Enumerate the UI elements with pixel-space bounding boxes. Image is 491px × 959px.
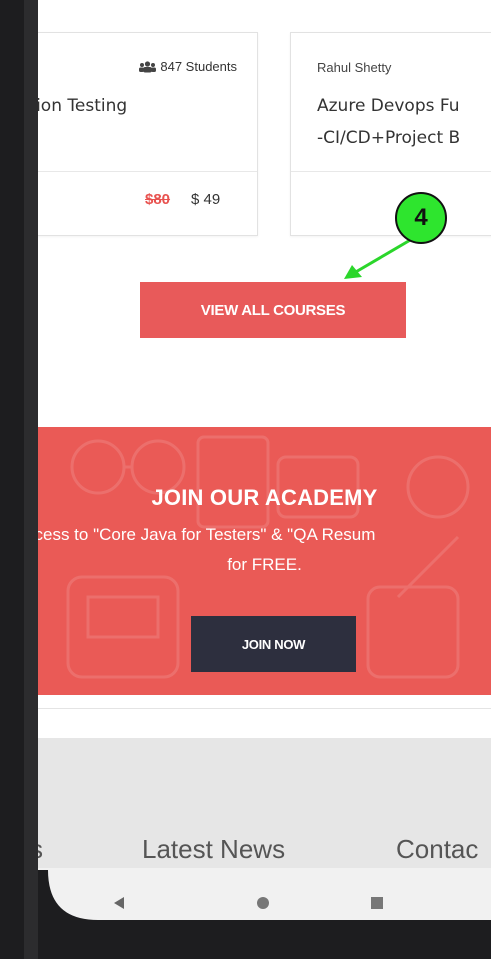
footer: s Latest News Contac: [38, 738, 491, 868]
card-divider: [291, 171, 491, 172]
home-icon[interactable]: [257, 897, 269, 909]
course-author: Rahul Shetty: [317, 60, 392, 75]
course-card[interactable]: 847 Students ation Testing $80 $ 49: [38, 32, 258, 236]
original-price: $80: [145, 191, 171, 208]
join-now-button[interactable]: JOIN NOW: [191, 616, 356, 672]
phone-screen: 847 Students ation Testing $80 $ 49 Rahu…: [38, 0, 491, 959]
join-academy-banner: JOIN OUR ACADEMY ccess to "Core Java for…: [38, 427, 491, 695]
users-icon: [139, 60, 157, 72]
course-card[interactable]: Rahul Shetty Azure Devops Fu -CI/CD+Proj…: [290, 32, 491, 236]
footer-heading-latest-news: Latest News: [142, 834, 286, 864]
footer-heading: s: [38, 834, 43, 865]
phone-bezel-bottom: [38, 920, 491, 959]
banner-subtitle: for FREE.: [227, 555, 302, 574]
recents-icon[interactable]: [371, 897, 383, 909]
course-title[interactable]: Azure Devops Fu -CI/CD+Project B: [317, 90, 460, 154]
card-divider: [38, 171, 257, 172]
banner-subtitle: ccess to "Core Java for Testers" & "QA R…: [38, 525, 376, 544]
students-label: 847 Students: [160, 59, 237, 74]
footer-heading-contact: Contac: [396, 834, 479, 864]
annotation-arrow: [344, 237, 413, 279]
course-title-line: Azure Devops Fu: [317, 96, 460, 116]
sale-price: $ 49: [191, 191, 221, 208]
students-count: 847 Students: [139, 59, 237, 74]
annotation-marker: 4: [395, 192, 447, 244]
phone-bezel-edge: [24, 0, 38, 959]
course-title-line: -CI/CD+Project B: [317, 128, 461, 148]
back-icon[interactable]: [114, 897, 124, 909]
section-divider: [38, 708, 491, 709]
banner-title: JOIN OUR ACADEMY: [151, 485, 378, 510]
view-all-courses-button[interactable]: VIEW ALL COURSES: [140, 282, 406, 338]
course-title[interactable]: ation Testing: [38, 90, 127, 122]
